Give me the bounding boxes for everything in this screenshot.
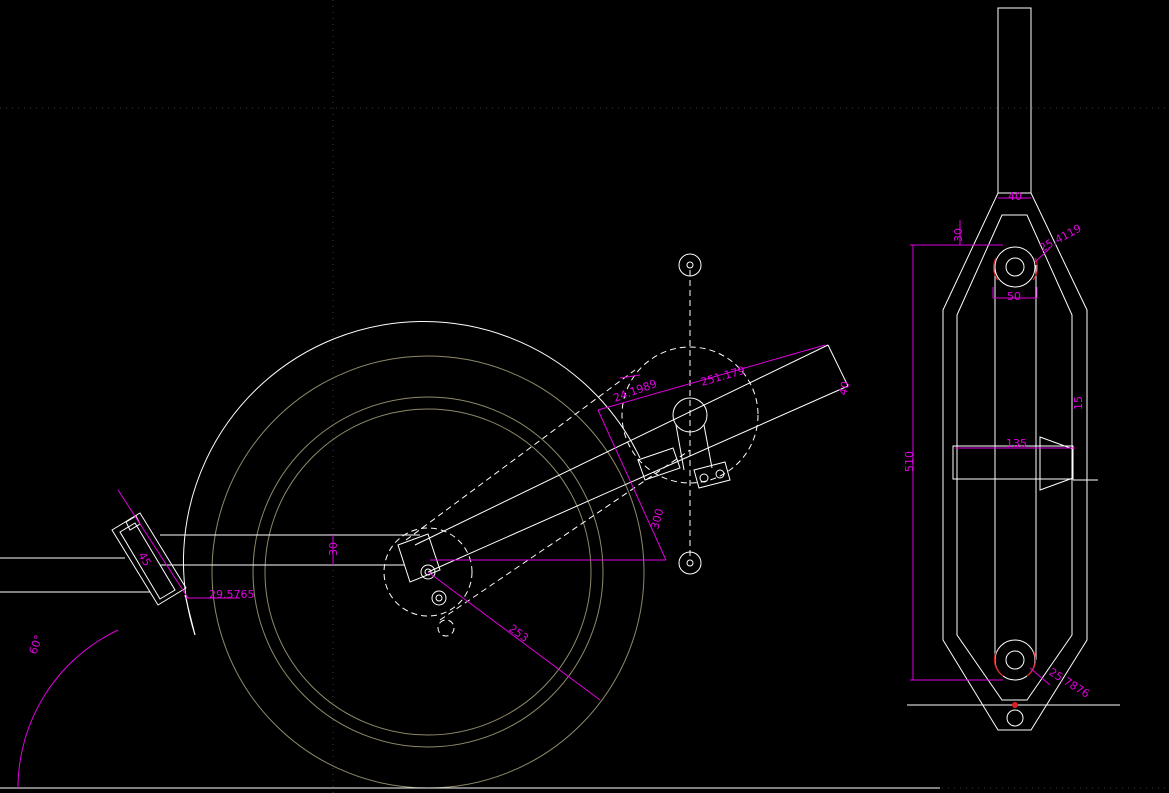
cad-drawing-canvas[interactable]: 60° 45 29.5765 30 253 251.179 24.1989 40… [0, 0, 1169, 793]
dimension-labels-left: 60° 45 29.5765 30 253 251.179 24.1989 40… [27, 364, 853, 656]
grid [0, 0, 1169, 793]
dim-300: 300 [648, 507, 666, 531]
dim-60-deg: 60° [27, 633, 46, 656]
rocker-plate [637, 397, 731, 489]
dim-24-1989: 24.1989 [612, 377, 659, 405]
dimensions-right [910, 197, 1075, 686]
dimensions-left [17, 344, 826, 789]
dim-30-side: 30 [952, 228, 965, 242]
axle-nut [1039, 436, 1074, 491]
damper-linkage [405, 253, 759, 621]
dim-40-arm: 40 [836, 380, 852, 397]
fork-front-view [907, 7, 1120, 731]
dim-45: 45 [135, 550, 153, 569]
drawing-svg: 60° 45 29.5765 30 253 251.179 24.1989 40… [0, 0, 1169, 793]
wheel-assembly [182, 321, 645, 789]
fork-outer [942, 192, 1088, 731]
steerer-tube [997, 7, 1032, 194]
dim-25-4119: 25.4119 [1037, 222, 1083, 255]
fork-inner [956, 214, 1073, 701]
dim-25-7876: 25.7876 [1046, 666, 1091, 701]
dim-40-top: 40 [1008, 190, 1022, 203]
dim-510: 510 [903, 451, 916, 472]
dim-29-5765: 29.5765 [209, 588, 255, 601]
dim-30: 30 [327, 542, 340, 556]
pivot-bracket [383, 527, 473, 637]
dim-251-179: 251.179 [699, 364, 746, 389]
axle-block [952, 445, 1074, 480]
head-tube-block [111, 512, 196, 636]
dim-135: 135 [1006, 437, 1027, 450]
dim-15: 15 [1072, 396, 1085, 410]
dim-50: 50 [1007, 290, 1021, 303]
dim-253: 253 [506, 622, 531, 645]
